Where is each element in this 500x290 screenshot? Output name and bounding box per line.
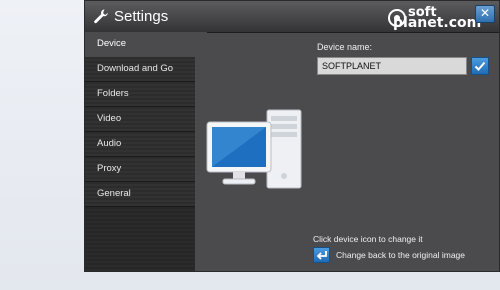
device-name-input[interactable] (317, 57, 467, 75)
computer-icon[interactable] (205, 104, 311, 192)
sidebar-item-audio[interactable]: Audio (85, 132, 195, 157)
settings-window: Settings soft planet.com ✕ Device Downlo… (84, 0, 500, 272)
sidebar-item-download-and-go[interactable]: Download and Go (85, 57, 195, 82)
title-bar[interactable]: Settings soft planet.com ✕ (85, 1, 499, 33)
sidebar-item-folders[interactable]: Folders (85, 82, 195, 107)
device-name-label: Device name: (317, 42, 373, 52)
device-panel: Device name: Click device icon to change… (195, 32, 499, 271)
wrench-icon (94, 9, 108, 24)
reset-image-button[interactable] (313, 247, 330, 263)
sidebar-item-device[interactable]: Device (85, 32, 207, 57)
checkmark-icon (474, 61, 486, 71)
sidebar-item-video[interactable]: Video (85, 107, 195, 132)
change-icon-hint: Click device icon to change it (313, 234, 423, 244)
settings-sidebar: Device Download and Go Folders Video Aud… (85, 32, 207, 271)
watermark-planet: planet.com (393, 15, 482, 31)
sidebar-item-general[interactable]: General (85, 182, 195, 207)
reset-image-label[interactable]: Change back to the original image (336, 250, 465, 260)
sidebar-item-proxy[interactable]: Proxy (85, 157, 195, 182)
close-button[interactable]: ✕ (475, 5, 495, 23)
return-arrow-icon (316, 251, 327, 260)
confirm-button[interactable] (471, 57, 489, 75)
window-title: Settings (114, 8, 169, 25)
